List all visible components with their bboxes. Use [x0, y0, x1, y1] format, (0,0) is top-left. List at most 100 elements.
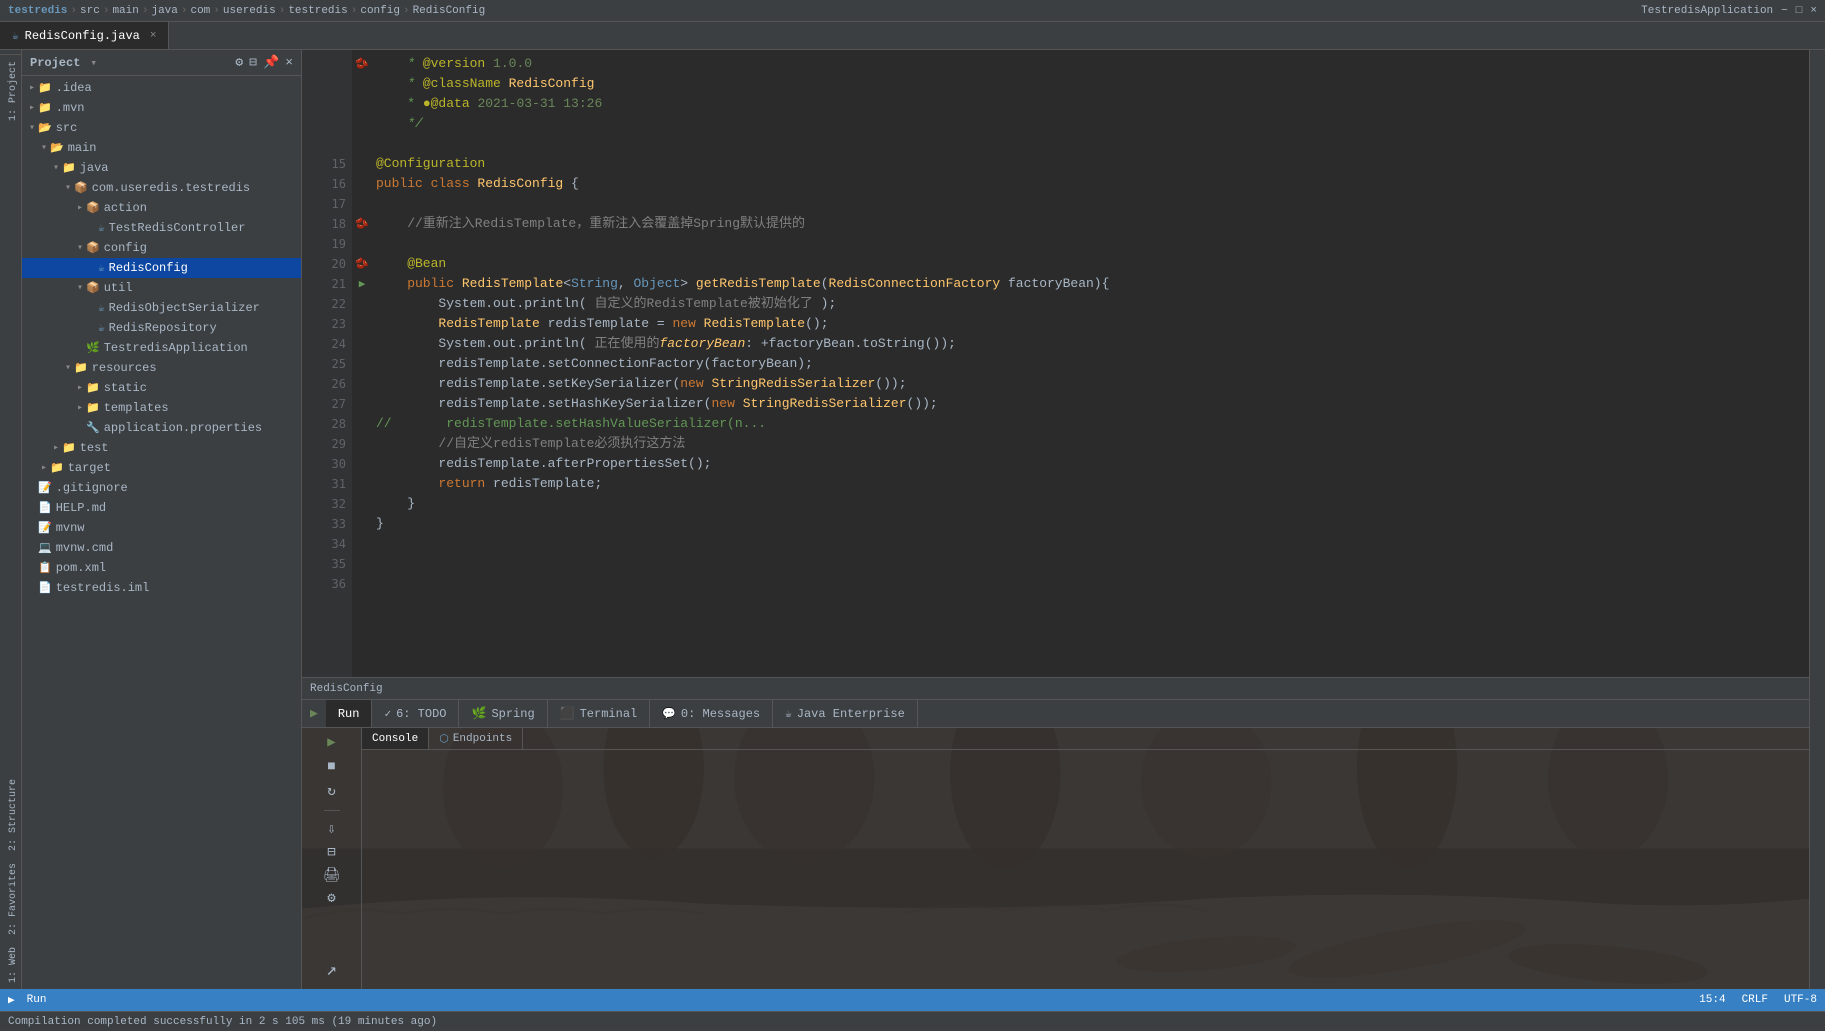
- tab-run[interactable]: Run: [326, 700, 373, 727]
- tree-item-testrediesiml[interactable]: 📄 testredis.iml: [22, 578, 301, 598]
- run-status-icon[interactable]: ▶: [8, 993, 15, 1007]
- position-indicator: 15:4: [1699, 994, 1725, 1006]
- tree-item-gitignore[interactable]: 📝 .gitignore: [22, 478, 301, 498]
- properties-file-icon: 🔧: [86, 421, 100, 435]
- tree-item-static[interactable]: ▸ 📁 static: [22, 378, 301, 398]
- tab-terminal[interactable]: ⬛ Terminal: [548, 700, 651, 727]
- tree-item-com-useredis[interactable]: ▾ 📦 com.useredis.testredis: [22, 178, 301, 198]
- print-icon[interactable]: 🖨: [323, 867, 341, 884]
- tree-item-java[interactable]: ▾ 📁 java: [22, 158, 301, 178]
- expand-icon[interactable]: ↗: [326, 959, 337, 981]
- java-file-icon: ☕: [98, 321, 105, 335]
- tree-item-idea[interactable]: ▸ 📁 .idea: [22, 78, 301, 98]
- java-enterprise-tab-label: Java Enterprise: [797, 707, 905, 721]
- code-lines[interactable]: * @version 1.0.0 * @className RedisConfi…: [372, 50, 1809, 699]
- code-line: // redisTemplate.setHashValueSerializer(…: [372, 414, 1809, 434]
- settings-icon[interactable]: ⚙: [235, 55, 243, 70]
- panel-tools: ⇩ ⊟ 🖨 ⚙: [323, 821, 341, 907]
- line-num: 33: [302, 514, 352, 534]
- java-file-icon: ☕: [98, 261, 105, 275]
- tree-item-mvnwcmd[interactable]: 💻 mvnw.cmd: [22, 538, 301, 558]
- java-file-icon: ☕: [12, 29, 19, 43]
- project-dropdown-icon[interactable]: ▾: [90, 56, 97, 70]
- play-icon[interactable]: ▶: [310, 706, 318, 721]
- endpoints-sub-tab[interactable]: ⬡ Endpoints: [429, 728, 523, 749]
- close-icon[interactable]: ×: [1810, 5, 1817, 17]
- bottom-content: ▶ ■ ↻ ⇩ ⊟ 🖨 ⚙ ↗: [302, 728, 1809, 989]
- run-play-icon[interactable]: ▶: [327, 734, 335, 751]
- tab-spring[interactable]: 🌿 Spring: [459, 700, 547, 727]
- todo-tab-label: 6: TODO: [396, 707, 446, 721]
- tree-item-templates[interactable]: ▸ 📁 templates: [22, 398, 301, 418]
- tab-todo[interactable]: ✓ 6: TODO: [372, 700, 459, 727]
- tab-redis-config[interactable]: ☕ RedisConfig.java ×: [0, 22, 169, 49]
- tree-item-src[interactable]: ▾ 📂 src: [22, 118, 301, 138]
- tree-item-config[interactable]: ▾ 📦 config: [22, 238, 301, 258]
- code-scroll-container[interactable]: 15 16 17 18 19 20 21 22 23 24 25 26 27 2…: [302, 50, 1809, 699]
- tree-item-testrediscontroller[interactable]: ☕ TestRedisController: [22, 218, 301, 238]
- tree-item-resources[interactable]: ▾ 📁 resources: [22, 358, 301, 378]
- tree-item-main[interactable]: ▾ 📂 main: [22, 138, 301, 158]
- line-num: 21: [302, 274, 352, 294]
- editor-area[interactable]: 15 16 17 18 19 20 21 22 23 24 25 26 27 2…: [302, 50, 1809, 699]
- tree-item-application-properties[interactable]: 🔧 application.properties: [22, 418, 301, 438]
- messages-tab-label: 0: Messages: [681, 707, 760, 721]
- package-icon: 📦: [86, 281, 100, 295]
- tab-messages[interactable]: 💬 0: Messages: [650, 700, 773, 727]
- split-icon[interactable]: ⊟: [249, 55, 257, 70]
- close-panel-icon[interactable]: ×: [285, 55, 293, 70]
- tree-item-redisrepository[interactable]: ☕ RedisRepository: [22, 318, 301, 338]
- tree-item-test[interactable]: ▸ 📁 test: [22, 438, 301, 458]
- tree-item-mvnw[interactable]: 📝 mvnw: [22, 518, 301, 538]
- tree-item-helpmd[interactable]: 📄 HELP.md: [22, 498, 301, 518]
- terminal-tab-icon: ⬛: [560, 706, 575, 721]
- tree-item-redisobjectserializer[interactable]: ☕ RedisObjectSerializer: [22, 298, 301, 318]
- line-num: 15: [302, 154, 352, 174]
- text-file-icon: 📝: [38, 521, 52, 535]
- console-sub-tab[interactable]: Console: [362, 728, 429, 749]
- gutter-method-icon[interactable]: 🫘: [352, 254, 372, 274]
- tree-item-target[interactable]: ▸ 📁 target: [22, 458, 301, 478]
- status-right: 15:4 CRLF UTF-8: [1699, 994, 1817, 1006]
- filter-icon[interactable]: ⊟: [327, 844, 335, 861]
- minimize-icon[interactable]: −: [1781, 5, 1788, 17]
- run-restart-icon[interactable]: ↻: [327, 783, 335, 800]
- scroll-to-end-icon[interactable]: ⇩: [327, 821, 335, 838]
- line-ending-indicator[interactable]: CRLF: [1742, 994, 1768, 1006]
- gear-icon[interactable]: ⚙: [327, 890, 335, 907]
- folder-icon: 📁: [86, 381, 100, 395]
- right-strip: [1809, 50, 1825, 989]
- line-num: 19: [302, 234, 352, 254]
- gutter-bean-icon[interactable]: 🫘: [352, 54, 372, 74]
- run-stop-icon[interactable]: ■: [327, 759, 335, 775]
- tree-item-action[interactable]: ▸ 📦 action: [22, 198, 301, 218]
- gutter-config-icon[interactable]: 🫘: [352, 214, 372, 234]
- web-tab-vertical[interactable]: 1: Web: [0, 941, 21, 989]
- left-vertical-strip: 1: Project 2: Structure 2: Favorites 1: …: [0, 50, 22, 989]
- gutter-run-icon[interactable]: ▶: [352, 274, 372, 294]
- endpoints-icon: ⬡: [439, 732, 449, 746]
- tab-close-icon[interactable]: ×: [150, 30, 157, 42]
- tree-item-testredisapplication[interactable]: 🌿 TestredisApplication: [22, 338, 301, 358]
- spring-tab-icon: 🌿: [471, 706, 486, 721]
- console-label: Console: [372, 733, 418, 745]
- tab-java-enterprise[interactable]: ☕ Java Enterprise: [773, 700, 918, 727]
- project-tree: ▸ 📁 .idea ▸ 📁 .mvn ▾ 📂 src ▾ 📂 main ▾: [22, 76, 301, 989]
- code-line: public RedisTemplate<String, Object> get…: [372, 274, 1809, 294]
- compilation-status: Compilation completed successfully in 2 …: [8, 1016, 437, 1028]
- encoding-indicator[interactable]: UTF-8: [1784, 994, 1817, 1006]
- tree-item-redisconfig[interactable]: ☕ RedisConfig: [22, 258, 301, 278]
- structure-tab-vertical[interactable]: 2: Structure: [0, 773, 21, 857]
- tree-item-pomxml[interactable]: 📋 pom.xml: [22, 558, 301, 578]
- line-num: 34: [302, 534, 352, 554]
- status-left: ▶ Run: [8, 993, 46, 1007]
- maximize-icon[interactable]: □: [1796, 5, 1803, 17]
- favorites-tab-vertical[interactable]: 2: Favorites: [0, 857, 21, 941]
- project-tab-vertical[interactable]: 1: Project: [0, 54, 21, 127]
- line-num: 35: [302, 554, 352, 574]
- line-num: 18: [302, 214, 352, 234]
- code-line: */: [372, 114, 1809, 134]
- tree-item-util[interactable]: ▾ 📦 util: [22, 278, 301, 298]
- pin-icon[interactable]: 📌: [263, 55, 279, 70]
- tree-item-mvn[interactable]: ▸ 📁 .mvn: [22, 98, 301, 118]
